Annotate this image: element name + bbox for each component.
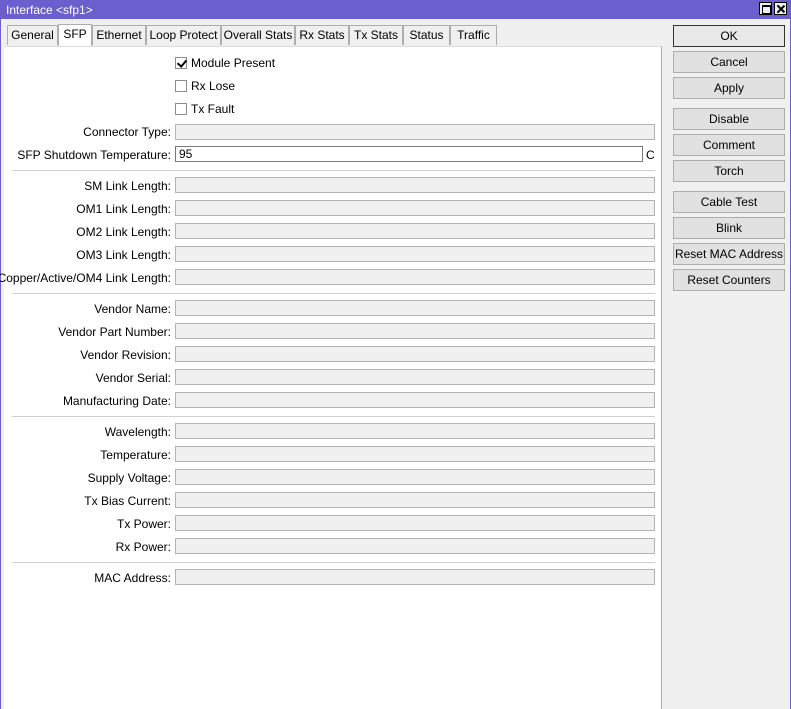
disable-button[interactable]: Disable: [673, 108, 785, 130]
tx-bias-current-field: [175, 492, 655, 508]
tab-sfp[interactable]: SFP: [58, 24, 92, 46]
vendor-part-number-field: [175, 323, 655, 339]
vendor-name-label: Vendor Name:: [94, 302, 171, 316]
om3-link-length-field: [175, 246, 655, 262]
tab-tx-stats[interactable]: Tx Stats: [349, 25, 403, 45]
vendor-revision-field: [175, 346, 655, 362]
temperature-unit: C: [646, 148, 655, 162]
vendor-name-field: [175, 300, 655, 316]
om1-link-length-label: OM1 Link Length:: [76, 202, 171, 216]
tab-overall-stats[interactable]: Overall Stats: [221, 25, 295, 45]
supply-voltage-field: [175, 469, 655, 485]
temperature-field: [175, 446, 655, 462]
comment-button[interactable]: Comment: [673, 134, 785, 156]
separator: [12, 562, 655, 563]
cancel-button[interactable]: Cancel: [673, 51, 785, 73]
separator: [12, 416, 655, 417]
tx-power-label: Tx Power:: [116, 517, 171, 531]
torch-button[interactable]: Torch: [673, 160, 785, 182]
mac-address-field: [175, 569, 655, 585]
connector-type-field: [175, 124, 655, 140]
title-bar: Interface <sfp1>: [0, 0, 791, 19]
manufacturing-date-label: Manufacturing Date:: [62, 394, 171, 408]
close-icon[interactable]: [774, 2, 787, 15]
tab-status[interactable]: Status: [403, 25, 450, 45]
window-title: Interface <sfp1>: [6, 3, 93, 17]
ok-button[interactable]: OK: [673, 25, 785, 47]
tx-bias-current-label: Tx Bias Current:: [84, 494, 171, 508]
blink-button[interactable]: Blink: [673, 217, 785, 239]
apply-button[interactable]: Apply: [673, 77, 785, 99]
tx-fault-checkbox[interactable]: [175, 103, 187, 115]
cable-test-button[interactable]: Cable Test: [673, 191, 785, 213]
reset-counters-button[interactable]: Reset Counters: [673, 269, 785, 291]
module-present-checkbox[interactable]: [175, 57, 187, 69]
supply-voltage-label: Supply Voltage:: [87, 471, 171, 485]
tab-traffic[interactable]: Traffic: [450, 25, 497, 45]
tx-power-field: [175, 515, 655, 531]
rx-power-field: [175, 538, 655, 554]
copper-link-length-field: [175, 269, 655, 285]
vendor-part-number-label: Vendor Part Number:: [58, 325, 171, 339]
om2-link-length-label: OM2 Link Length:: [76, 225, 171, 239]
om1-link-length-field: [175, 200, 655, 216]
vendor-serial-label: Vendor Serial:: [95, 371, 171, 385]
copper-link-length-label: Copper/Active/OM4 Link Length:: [0, 271, 171, 285]
tab-general[interactable]: General: [7, 25, 58, 45]
vendor-revision-label: Vendor Revision:: [80, 348, 171, 362]
wavelength-label: Wavelength:: [104, 425, 171, 439]
rx-lose-label: Rx Lose: [191, 79, 236, 93]
vendor-serial-field: [175, 369, 655, 385]
sm-link-length-field: [175, 177, 655, 193]
sfp-shutdown-temperature-label: SFP Shutdown Temperature:: [17, 148, 171, 162]
temperature-label: Temperature:: [100, 448, 171, 462]
mac-address-label: MAC Address:: [94, 571, 171, 585]
tab-rx-stats[interactable]: Rx Stats: [295, 25, 349, 45]
sm-link-length-label: SM Link Length:: [84, 179, 171, 193]
om3-link-length-label: OM3 Link Length:: [76, 248, 171, 262]
tab-ethernet[interactable]: Ethernet: [92, 25, 146, 45]
maximize-icon[interactable]: [759, 2, 772, 15]
module-present-label: Module Present: [191, 56, 276, 70]
separator: [12, 293, 655, 294]
sfp-shutdown-temperature-input[interactable]: 95: [175, 146, 643, 162]
tx-fault-label: Tx Fault: [191, 102, 235, 116]
wavelength-field: [175, 423, 655, 439]
manufacturing-date-field: [175, 392, 655, 408]
tab-loop-protect[interactable]: Loop Protect: [146, 25, 221, 45]
reset-mac-address-button[interactable]: Reset MAC Address: [673, 243, 785, 265]
om2-link-length-field: [175, 223, 655, 239]
rx-power-label: Rx Power:: [115, 540, 171, 554]
separator: [12, 170, 655, 171]
rx-lose-checkbox[interactable]: [175, 80, 187, 92]
connector-type-label: Connector Type:: [83, 125, 171, 139]
